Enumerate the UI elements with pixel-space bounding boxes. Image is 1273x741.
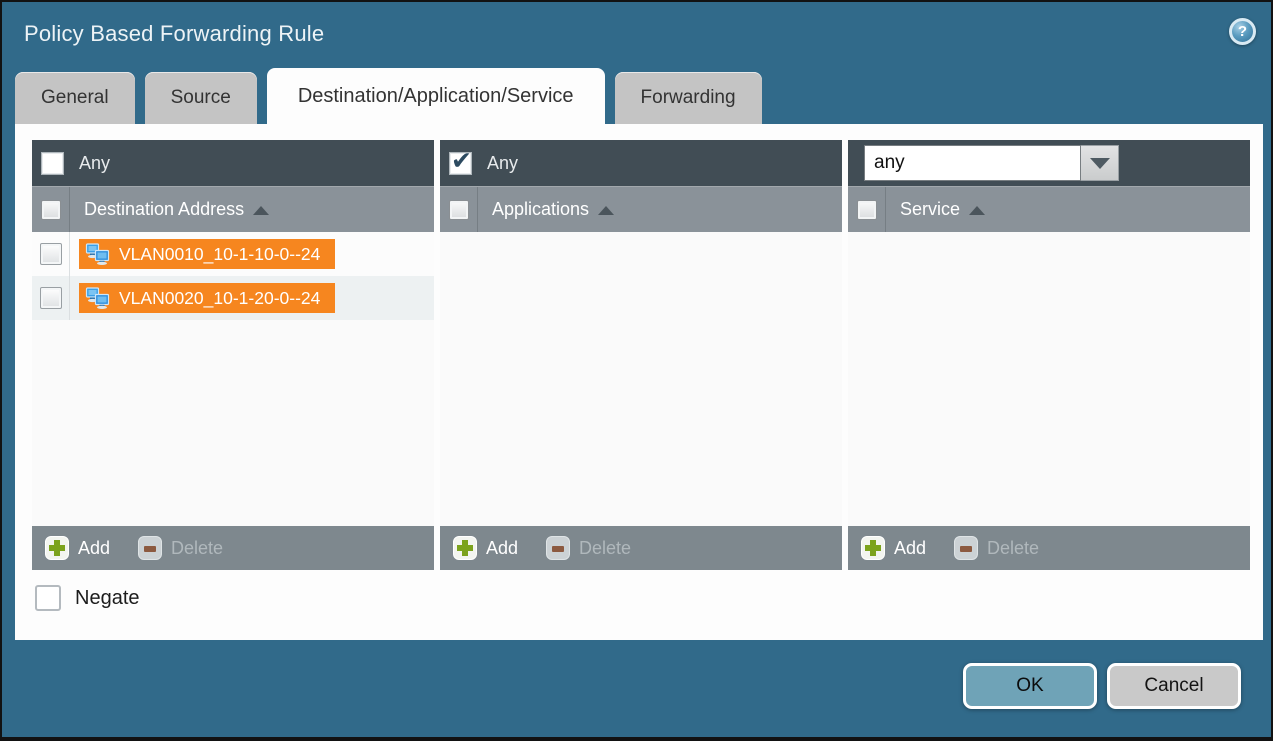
delete-icon	[954, 536, 978, 560]
chevron-down-icon	[1090, 158, 1110, 169]
delete-button[interactable]: Delete	[954, 536, 1039, 560]
add-label: Add	[486, 538, 518, 559]
help-icon[interactable]: ?	[1229, 18, 1256, 45]
service-dropdown-value[interactable]: any	[864, 145, 1081, 181]
applications-toolbar: Add Delete	[440, 526, 842, 570]
applications-header-label: Applications	[492, 199, 589, 220]
delete-label: Delete	[171, 538, 223, 559]
service-select-all-checkbox[interactable]	[857, 200, 877, 220]
delete-button[interactable]: Delete	[546, 536, 631, 560]
applications-list	[440, 232, 842, 526]
destination-any-bar: Any	[32, 140, 434, 186]
applications-select-all-cell	[440, 187, 478, 232]
negate-label: Negate	[75, 587, 140, 610]
address-object-label: VLAN0010_10-1-10-0--24	[119, 244, 320, 265]
tab-destination-application-service[interactable]: Destination/Application/Service	[267, 68, 605, 124]
delete-button[interactable]: Delete	[138, 536, 223, 560]
applications-any-checkbox[interactable]	[449, 152, 472, 175]
columns-container: Any Destination Address	[32, 140, 1250, 570]
tab-source[interactable]: Source	[145, 72, 257, 124]
service-header-label: Service	[900, 199, 960, 220]
policy-based-forwarding-rule-dialog: Policy Based Forwarding Rule ? General S…	[0, 0, 1273, 741]
service-sort-header[interactable]: Service	[900, 199, 985, 220]
applications-any-label: Any	[487, 153, 518, 174]
row-checkbox-cell	[32, 232, 70, 276]
sort-ascending-icon	[969, 206, 985, 215]
table-row: VLAN0020_10-1-20-0--24	[32, 276, 434, 320]
delete-icon	[546, 536, 570, 560]
add-label: Add	[78, 538, 110, 559]
network-computers-icon	[85, 243, 111, 265]
service-panel: any Service	[848, 140, 1250, 570]
applications-any-bar: Any	[440, 140, 842, 186]
service-dropdown: any	[864, 145, 1119, 181]
sort-ascending-icon	[598, 206, 614, 215]
destination-column-header: Destination Address	[32, 186, 434, 232]
address-object-label: VLAN0020_10-1-20-0--24	[119, 288, 320, 309]
add-label: Add	[894, 538, 926, 559]
tab-general[interactable]: General	[15, 72, 135, 124]
address-object-chip[interactable]: VLAN0010_10-1-10-0--24	[79, 239, 335, 269]
sort-ascending-icon	[253, 206, 269, 215]
applications-panel: Any Applications Add	[440, 140, 842, 570]
service-toolbar: Add Delete	[848, 526, 1250, 570]
applications-select-all-checkbox[interactable]	[449, 200, 469, 220]
tab-forwarding[interactable]: Forwarding	[615, 72, 762, 124]
destination-any-label: Any	[79, 153, 110, 174]
row-checkbox[interactable]	[40, 243, 62, 265]
destination-sort-header[interactable]: Destination Address	[84, 199, 269, 220]
page-title: Policy Based Forwarding Rule	[24, 21, 324, 47]
service-select-all-cell	[848, 187, 886, 232]
add-button[interactable]: Add	[453, 536, 518, 560]
service-column-header: Service	[848, 186, 1250, 232]
row-checkbox[interactable]	[40, 287, 62, 309]
destination-select-all-cell	[32, 187, 70, 232]
destination-header-label: Destination Address	[84, 199, 244, 220]
add-button[interactable]: Add	[861, 536, 926, 560]
add-icon	[45, 536, 69, 560]
negate-checkbox[interactable]	[35, 585, 61, 611]
row-checkbox-cell	[32, 276, 70, 320]
tab-bar: General Source Destination/Application/S…	[15, 68, 762, 124]
delete-label: Delete	[987, 538, 1039, 559]
table-row: VLAN0010_10-1-10-0--24	[32, 232, 434, 276]
add-button[interactable]: Add	[45, 536, 110, 560]
applications-sort-header[interactable]: Applications	[492, 199, 614, 220]
content-panel: Any Destination Address	[15, 124, 1263, 640]
ok-button[interactable]: OK	[963, 663, 1097, 709]
network-computers-icon	[85, 287, 111, 309]
destination-select-all-checkbox[interactable]	[41, 200, 61, 220]
destination-address-panel: Any Destination Address	[32, 140, 434, 570]
address-object-chip[interactable]: VLAN0020_10-1-20-0--24	[79, 283, 335, 313]
dialog-footer: OK Cancel	[963, 663, 1241, 709]
service-any-bar: any	[848, 140, 1250, 186]
delete-icon	[138, 536, 162, 560]
service-list	[848, 232, 1250, 526]
negate-row: Negate	[35, 585, 140, 611]
cancel-button[interactable]: Cancel	[1107, 663, 1241, 709]
delete-label: Delete	[579, 538, 631, 559]
add-icon	[861, 536, 885, 560]
service-dropdown-button[interactable]	[1081, 145, 1119, 181]
destination-any-checkbox[interactable]	[41, 152, 64, 175]
add-icon	[453, 536, 477, 560]
applications-column-header: Applications	[440, 186, 842, 232]
destination-toolbar: Add Delete	[32, 526, 434, 570]
destination-address-list: VLAN0010_10-1-10-0--24	[32, 232, 434, 526]
